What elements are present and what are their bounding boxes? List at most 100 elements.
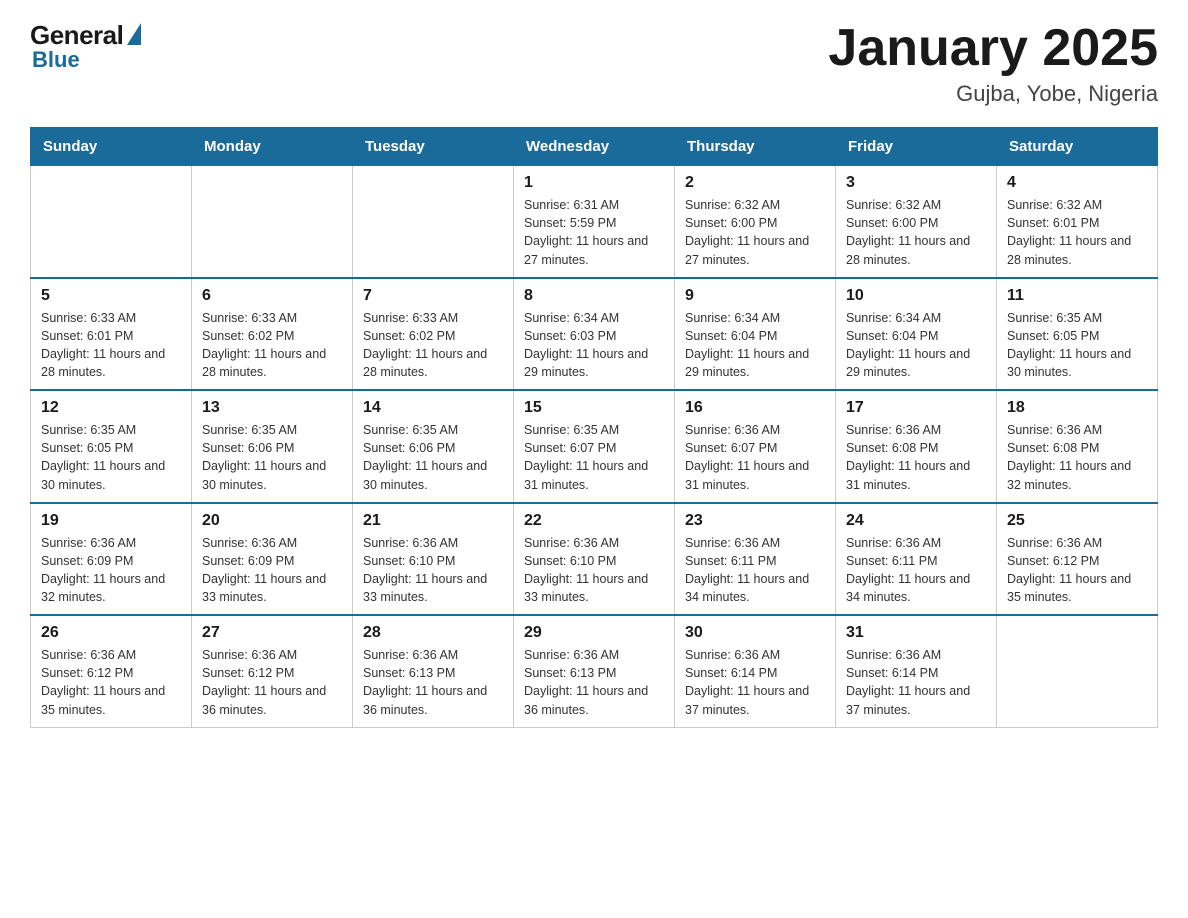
day-number: 4 (1007, 174, 1147, 192)
calendar-day-cell: 28 Sunrise: 6:36 AM Sunset: 6:13 PM Dayli… (353, 615, 514, 727)
day-of-week-header: Monday (192, 128, 353, 166)
calendar-day-cell: 22Sunrise: 6:36 AM Sunset: 6:10 PM Dayli… (514, 503, 675, 616)
day-number: 20 (202, 512, 342, 530)
day-number: 14 (363, 399, 503, 417)
calendar-table: SundayMondayTuesdayWednesdayThursdayFrid… (30, 127, 1158, 728)
day-number: 5 (41, 287, 181, 305)
calendar-day-cell: 10 Sunrise: 6:34 AM Sunset: 6:04 PM Dayli… (836, 278, 997, 391)
day-number: 12 (41, 399, 181, 417)
calendar-day-cell: 9 Sunrise: 6:34 AM Sunset: 6:04 PM Daylig… (675, 278, 836, 391)
day-number: 3 (846, 174, 986, 192)
empty-cell (353, 166, 514, 278)
calendar-day-cell: 11Sunrise: 6:35 AM Sunset: 6:05 PM Dayli… (997, 278, 1158, 391)
day-number: 24 (846, 512, 986, 530)
day-info: Sunrise: 6:36 AM Sunset: 6:10 PM Dayligh… (363, 534, 503, 607)
calendar-day-cell: 21 Sunrise: 6:36 AM Sunset: 6:10 PM Dayli… (353, 503, 514, 616)
empty-cell (192, 166, 353, 278)
day-info: Sunrise: 6:31 AM Sunset: 5:59 PM Dayligh… (524, 196, 664, 269)
calendar-day-cell: 8 Sunrise: 6:34 AM Sunset: 6:03 PM Daylig… (514, 278, 675, 391)
day-number: 9 (685, 287, 825, 305)
calendar-day-cell: 6Sunrise: 6:33 AM Sunset: 6:02 PM Daylig… (192, 278, 353, 391)
day-number: 18 (1007, 399, 1147, 417)
day-number: 29 (524, 624, 664, 642)
day-info: Sunrise: 6:34 AM Sunset: 6:04 PM Dayligh… (846, 309, 986, 382)
day-info: Sunrise: 6:35 AM Sunset: 6:06 PM Dayligh… (363, 421, 503, 494)
day-info: Sunrise: 6:36 AM Sunset: 6:07 PM Dayligh… (685, 421, 825, 494)
day-number: 30 (685, 624, 825, 642)
day-info: Sunrise: 6:36 AM Sunset: 6:13 PM Dayligh… (363, 646, 503, 719)
day-number: 15 (524, 399, 664, 417)
day-number: 27 (202, 624, 342, 642)
day-info: Sunrise: 6:33 AM Sunset: 6:01 PM Dayligh… (41, 309, 181, 382)
calendar-week-row: 26 Sunrise: 6:36 AM Sunset: 6:12 PM Dayli… (31, 615, 1158, 727)
calendar-day-cell: 12 Sunrise: 6:35 AM Sunset: 6:05 PM Dayli… (31, 390, 192, 503)
calendar-day-cell: 3 Sunrise: 6:32 AM Sunset: 6:00 PM Daylig… (836, 166, 997, 278)
calendar-day-cell: 13Sunrise: 6:35 AM Sunset: 6:06 PM Dayli… (192, 390, 353, 503)
logo-triangle-icon (127, 23, 141, 45)
calendar-day-cell: 24Sunrise: 6:36 AM Sunset: 6:11 PM Dayli… (836, 503, 997, 616)
day-number: 21 (363, 512, 503, 530)
logo: General Blue (30, 20, 141, 73)
day-number: 19 (41, 512, 181, 530)
day-number: 23 (685, 512, 825, 530)
day-info: Sunrise: 6:36 AM Sunset: 6:12 PM Dayligh… (202, 646, 342, 719)
empty-cell (997, 615, 1158, 727)
page-header: General Blue January 2025 Gujba, Yobe, N… (30, 20, 1158, 107)
day-of-week-header: Thursday (675, 128, 836, 166)
day-number: 26 (41, 624, 181, 642)
day-info: Sunrise: 6:36 AM Sunset: 6:09 PM Dayligh… (41, 534, 181, 607)
day-number: 16 (685, 399, 825, 417)
calendar-day-cell: 30 Sunrise: 6:36 AM Sunset: 6:14 PM Dayli… (675, 615, 836, 727)
calendar-day-cell: 15Sunrise: 6:35 AM Sunset: 6:07 PM Dayli… (514, 390, 675, 503)
day-info: Sunrise: 6:36 AM Sunset: 6:08 PM Dayligh… (1007, 421, 1147, 494)
calendar-day-cell: 2 Sunrise: 6:32 AM Sunset: 6:00 PM Daylig… (675, 166, 836, 278)
calendar-day-cell: 26 Sunrise: 6:36 AM Sunset: 6:12 PM Dayli… (31, 615, 192, 727)
day-info: Sunrise: 6:36 AM Sunset: 6:08 PM Dayligh… (846, 421, 986, 494)
day-info: Sunrise: 6:36 AM Sunset: 6:09 PM Dayligh… (202, 534, 342, 607)
day-info: Sunrise: 6:36 AM Sunset: 6:13 PM Dayligh… (524, 646, 664, 719)
calendar-header-row: SundayMondayTuesdayWednesdayThursdayFrid… (31, 128, 1158, 166)
day-number: 10 (846, 287, 986, 305)
calendar-day-cell: 29 Sunrise: 6:36 AM Sunset: 6:13 PM Dayli… (514, 615, 675, 727)
day-info: Sunrise: 6:34 AM Sunset: 6:03 PM Dayligh… (524, 309, 664, 382)
calendar-day-cell: 4Sunrise: 6:32 AM Sunset: 6:01 PM Daylig… (997, 166, 1158, 278)
day-info: Sunrise: 6:36 AM Sunset: 6:14 PM Dayligh… (685, 646, 825, 719)
day-info: Sunrise: 6:33 AM Sunset: 6:02 PM Dayligh… (363, 309, 503, 382)
calendar-day-cell: 25 Sunrise: 6:36 AM Sunset: 6:12 PM Dayli… (997, 503, 1158, 616)
day-of-week-header: Saturday (997, 128, 1158, 166)
day-info: Sunrise: 6:35 AM Sunset: 6:05 PM Dayligh… (41, 421, 181, 494)
day-info: Sunrise: 6:32 AM Sunset: 6:00 PM Dayligh… (846, 196, 986, 269)
calendar-week-row: 5 Sunrise: 6:33 AM Sunset: 6:01 PM Daylig… (31, 278, 1158, 391)
day-number: 28 (363, 624, 503, 642)
calendar-day-cell: 7Sunrise: 6:33 AM Sunset: 6:02 PM Daylig… (353, 278, 514, 391)
day-number: 25 (1007, 512, 1147, 530)
calendar-day-cell: 1Sunrise: 6:31 AM Sunset: 5:59 PM Daylig… (514, 166, 675, 278)
day-number: 17 (846, 399, 986, 417)
day-info: Sunrise: 6:36 AM Sunset: 6:12 PM Dayligh… (41, 646, 181, 719)
calendar-day-cell: 16 Sunrise: 6:36 AM Sunset: 6:07 PM Dayli… (675, 390, 836, 503)
day-info: Sunrise: 6:36 AM Sunset: 6:12 PM Dayligh… (1007, 534, 1147, 607)
day-of-week-header: Tuesday (353, 128, 514, 166)
day-of-week-header: Wednesday (514, 128, 675, 166)
day-of-week-header: Friday (836, 128, 997, 166)
day-number: 8 (524, 287, 664, 305)
calendar-title: January 2025 (828, 20, 1158, 77)
day-of-week-header: Sunday (31, 128, 192, 166)
calendar-week-row: 19 Sunrise: 6:36 AM Sunset: 6:09 PM Dayli… (31, 503, 1158, 616)
calendar-week-row: 1Sunrise: 6:31 AM Sunset: 5:59 PM Daylig… (31, 166, 1158, 278)
calendar-day-cell: 18 Sunrise: 6:36 AM Sunset: 6:08 PM Dayli… (997, 390, 1158, 503)
calendar-day-cell: 31Sunrise: 6:36 AM Sunset: 6:14 PM Dayli… (836, 615, 997, 727)
empty-cell (31, 166, 192, 278)
calendar-day-cell: 27 Sunrise: 6:36 AM Sunset: 6:12 PM Dayli… (192, 615, 353, 727)
calendar-day-cell: 20 Sunrise: 6:36 AM Sunset: 6:09 PM Dayli… (192, 503, 353, 616)
calendar-day-cell: 19 Sunrise: 6:36 AM Sunset: 6:09 PM Dayli… (31, 503, 192, 616)
calendar-day-cell: 23Sunrise: 6:36 AM Sunset: 6:11 PM Dayli… (675, 503, 836, 616)
title-section: January 2025 Gujba, Yobe, Nigeria (828, 20, 1158, 107)
day-number: 2 (685, 174, 825, 192)
day-number: 31 (846, 624, 986, 642)
calendar-subtitle: Gujba, Yobe, Nigeria (828, 81, 1158, 107)
calendar-week-row: 12 Sunrise: 6:35 AM Sunset: 6:05 PM Dayli… (31, 390, 1158, 503)
day-info: Sunrise: 6:36 AM Sunset: 6:10 PM Dayligh… (524, 534, 664, 607)
day-info: Sunrise: 6:34 AM Sunset: 6:04 PM Dayligh… (685, 309, 825, 382)
day-info: Sunrise: 6:32 AM Sunset: 6:00 PM Dayligh… (685, 196, 825, 269)
